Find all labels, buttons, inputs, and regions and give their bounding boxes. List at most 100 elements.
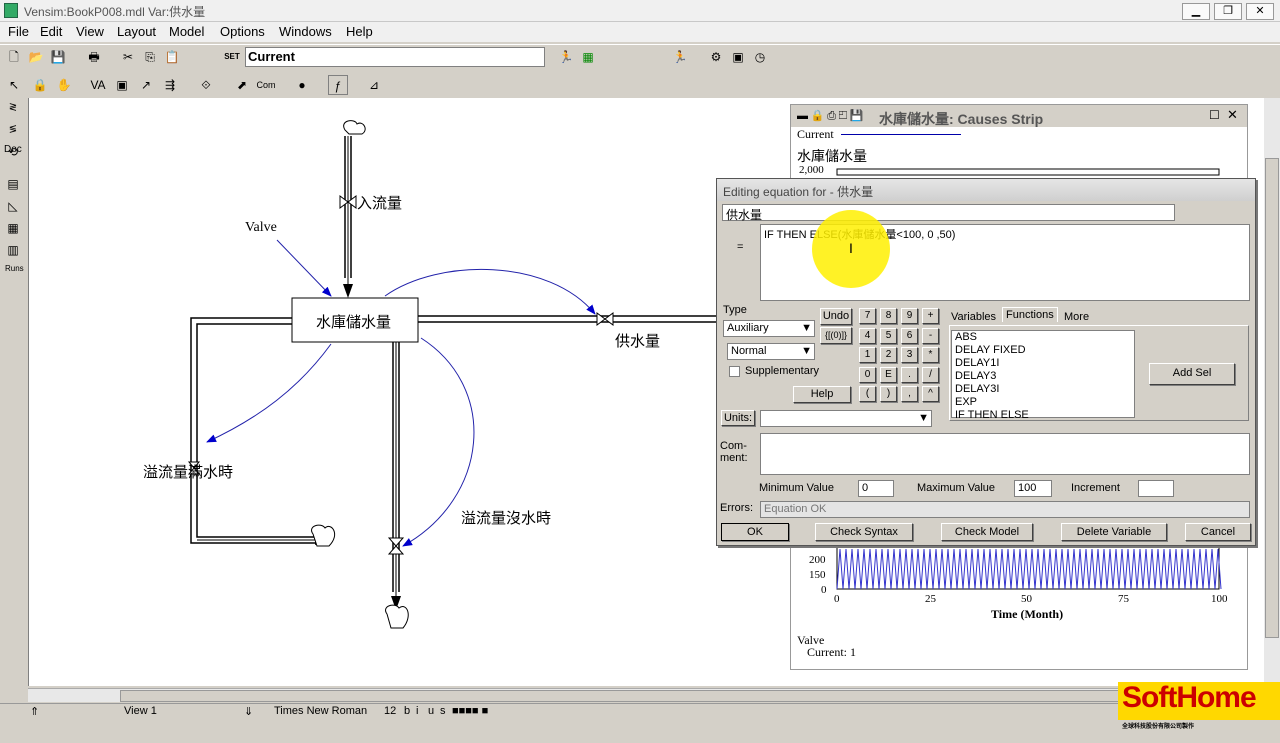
menu-edit[interactable]: Edit — [40, 24, 62, 39]
outflow-label[interactable]: 供水量 — [615, 330, 660, 351]
keypad-key[interactable]: 0 — [859, 366, 876, 383]
horizontal-scroll-thumb[interactable] — [120, 690, 1240, 702]
open-folder-icon[interactable]: 📂 — [26, 47, 46, 67]
keypad-key[interactable]: . — [901, 366, 918, 383]
menu-view[interactable]: View — [76, 24, 104, 39]
menu-help[interactable]: Help — [346, 24, 373, 39]
keypad-key[interactable]: ) — [880, 386, 897, 402]
cancel-button[interactable]: Cancel — [1185, 523, 1251, 541]
keypad-key[interactable]: * — [922, 347, 939, 363]
reference-mode-icon[interactable]: ⊿ — [364, 75, 384, 95]
vertical-scroll-thumb[interactable] — [1265, 158, 1279, 638]
delete-icon[interactable]: ● — [292, 75, 312, 95]
run-name-input[interactable]: Current — [245, 47, 545, 67]
keypad-key[interactable]: 5 — [880, 327, 897, 344]
cut-icon[interactable]: ✂ — [118, 47, 138, 67]
bold-toggle[interactable]: b — [404, 705, 410, 717]
menu-file[interactable]: File — [8, 24, 29, 39]
tab-functions[interactable]: Functions — [1002, 307, 1058, 322]
keypad-key[interactable]: 1 — [859, 347, 876, 363]
close-button[interactable]: ✕ — [1246, 3, 1274, 20]
keypad-key[interactable]: E — [880, 366, 897, 383]
uses-tree-icon[interactable]: ≶ — [3, 120, 23, 140]
subtype-select[interactable]: Normal ▼ — [727, 343, 815, 360]
font-name[interactable]: Times New Roman — [274, 705, 367, 717]
table-time-down-icon[interactable]: ▥ — [3, 240, 23, 260]
function-list-item[interactable]: DELAY3I — [955, 383, 1131, 396]
synthesim-icon[interactable]: ▦ — [578, 47, 598, 67]
undo-button[interactable]: Undo — [820, 308, 852, 325]
keypad-key[interactable]: 6 — [901, 327, 918, 344]
arrow-tool-icon[interactable]: ↗ — [136, 75, 156, 95]
lock-icon[interactable]: 🔒 — [30, 75, 50, 95]
move-hand-icon[interactable]: ✋ — [54, 75, 74, 95]
keypad-key[interactable]: 9 — [901, 308, 918, 324]
new-file-icon[interactable]: 🗋 — [4, 47, 24, 67]
keypad-key[interactable]: 3 — [901, 347, 918, 363]
increment-field[interactable] — [1138, 480, 1174, 497]
sensitivity-icon[interactable]: ⚙ — [706, 47, 726, 67]
overflow-full-label[interactable]: 溢流量滿水時 — [143, 461, 233, 482]
copy-icon[interactable]: ⎘ — [140, 47, 160, 67]
keypad-key[interactable]: ^ — [922, 386, 939, 402]
simulate-icon[interactable]: 🏃 — [556, 47, 576, 67]
menu-layout[interactable]: Layout — [117, 24, 156, 39]
minimize-button[interactable]: ▁ — [1182, 3, 1210, 20]
causes-strip-icon[interactable]: ▤ — [3, 174, 23, 194]
view-name[interactable]: View 1 — [124, 705, 157, 717]
valve-label[interactable]: Valve — [245, 220, 277, 236]
ok-button[interactable]: OK — [721, 523, 789, 541]
horizontal-scrollbar[interactable] — [28, 688, 1264, 702]
units-field[interactable]: ▼ — [760, 410, 932, 427]
maximize-button[interactable]: ❐ — [1214, 3, 1242, 20]
vertical-scrollbar[interactable] — [1264, 98, 1280, 688]
equations-icon[interactable]: ƒ — [328, 75, 348, 95]
keypad-key[interactable]: , — [901, 386, 918, 402]
comment-icon[interactable]: Com — [256, 75, 276, 95]
function-list-item[interactable]: DELAY1I — [955, 357, 1131, 370]
causes-tree-icon[interactable]: ≷ — [3, 98, 23, 118]
keypad-key[interactable]: - — [922, 327, 939, 344]
function-list-item[interactable]: DELAY3 — [955, 370, 1131, 383]
save-icon[interactable]: 💾 — [48, 47, 68, 67]
rate-tool-icon[interactable]: ⇶ — [160, 75, 180, 95]
keypad-key[interactable]: 7 — [859, 308, 876, 324]
view-menu-icon[interactable]: ⇑ — [30, 705, 39, 718]
supplementary-checkbox[interactable] — [729, 366, 740, 377]
font-size[interactable]: 12 — [384, 705, 396, 717]
game-icon[interactable]: 🏃 — [670, 47, 690, 67]
overflow-empty-label[interactable]: 溢流量沒水時 — [461, 507, 551, 528]
inflow-label[interactable]: 入流量 — [357, 192, 402, 213]
keypad-key[interactable]: 2 — [880, 347, 897, 363]
function-list-item[interactable]: IF THEN ELSE — [955, 409, 1131, 422]
graph-icon[interactable]: ◺ — [3, 196, 23, 216]
tab-more[interactable]: More — [1064, 311, 1089, 323]
brackets-button[interactable]: {[(0)]} — [820, 327, 852, 344]
keypad-key[interactable]: 4 — [859, 327, 876, 344]
menu-options[interactable]: Options — [220, 24, 265, 39]
type-select[interactable]: Auxiliary ▼ — [723, 320, 815, 337]
table-icon[interactable]: ▦ — [3, 218, 23, 238]
runs-compare-tool[interactable]: Runs — [5, 264, 24, 273]
underline-toggle[interactable]: u — [428, 705, 434, 717]
strike-toggle[interactable]: s — [440, 705, 446, 717]
paste-icon[interactable]: 📋 — [162, 47, 182, 67]
input-output-icon[interactable]: ⬈ — [232, 75, 252, 95]
keypad-key[interactable]: / — [922, 366, 939, 383]
variable-icon[interactable]: VA — [88, 75, 108, 95]
reality-check-icon[interactable]: ◷ — [750, 47, 770, 67]
min-value-field[interactable]: 0 — [858, 480, 894, 497]
menu-windows[interactable]: Windows — [279, 24, 332, 39]
set-button[interactable]: SET — [222, 47, 242, 67]
shadow-variable-icon[interactable]: ⟐ — [196, 75, 216, 95]
functions-list[interactable]: ABS DELAY FIXED DELAY1I DELAY3 DELAY3I EXP IF … — [951, 330, 1135, 421]
help-button[interactable]: Help — [793, 386, 851, 403]
doc-tool[interactable]: Doc — [4, 144, 22, 155]
units-button[interactable]: Units: — [721, 410, 755, 426]
tab-variables[interactable]: Variables — [951, 311, 996, 323]
add-sel-button[interactable]: Add Sel — [1149, 363, 1235, 385]
function-list-item[interactable]: EXP — [955, 396, 1131, 409]
function-list-item[interactable]: DELAY FIXED — [955, 344, 1131, 357]
function-list-item[interactable]: ABS — [955, 331, 1131, 344]
view-dropdown-icon[interactable]: ⇓ — [244, 705, 253, 718]
